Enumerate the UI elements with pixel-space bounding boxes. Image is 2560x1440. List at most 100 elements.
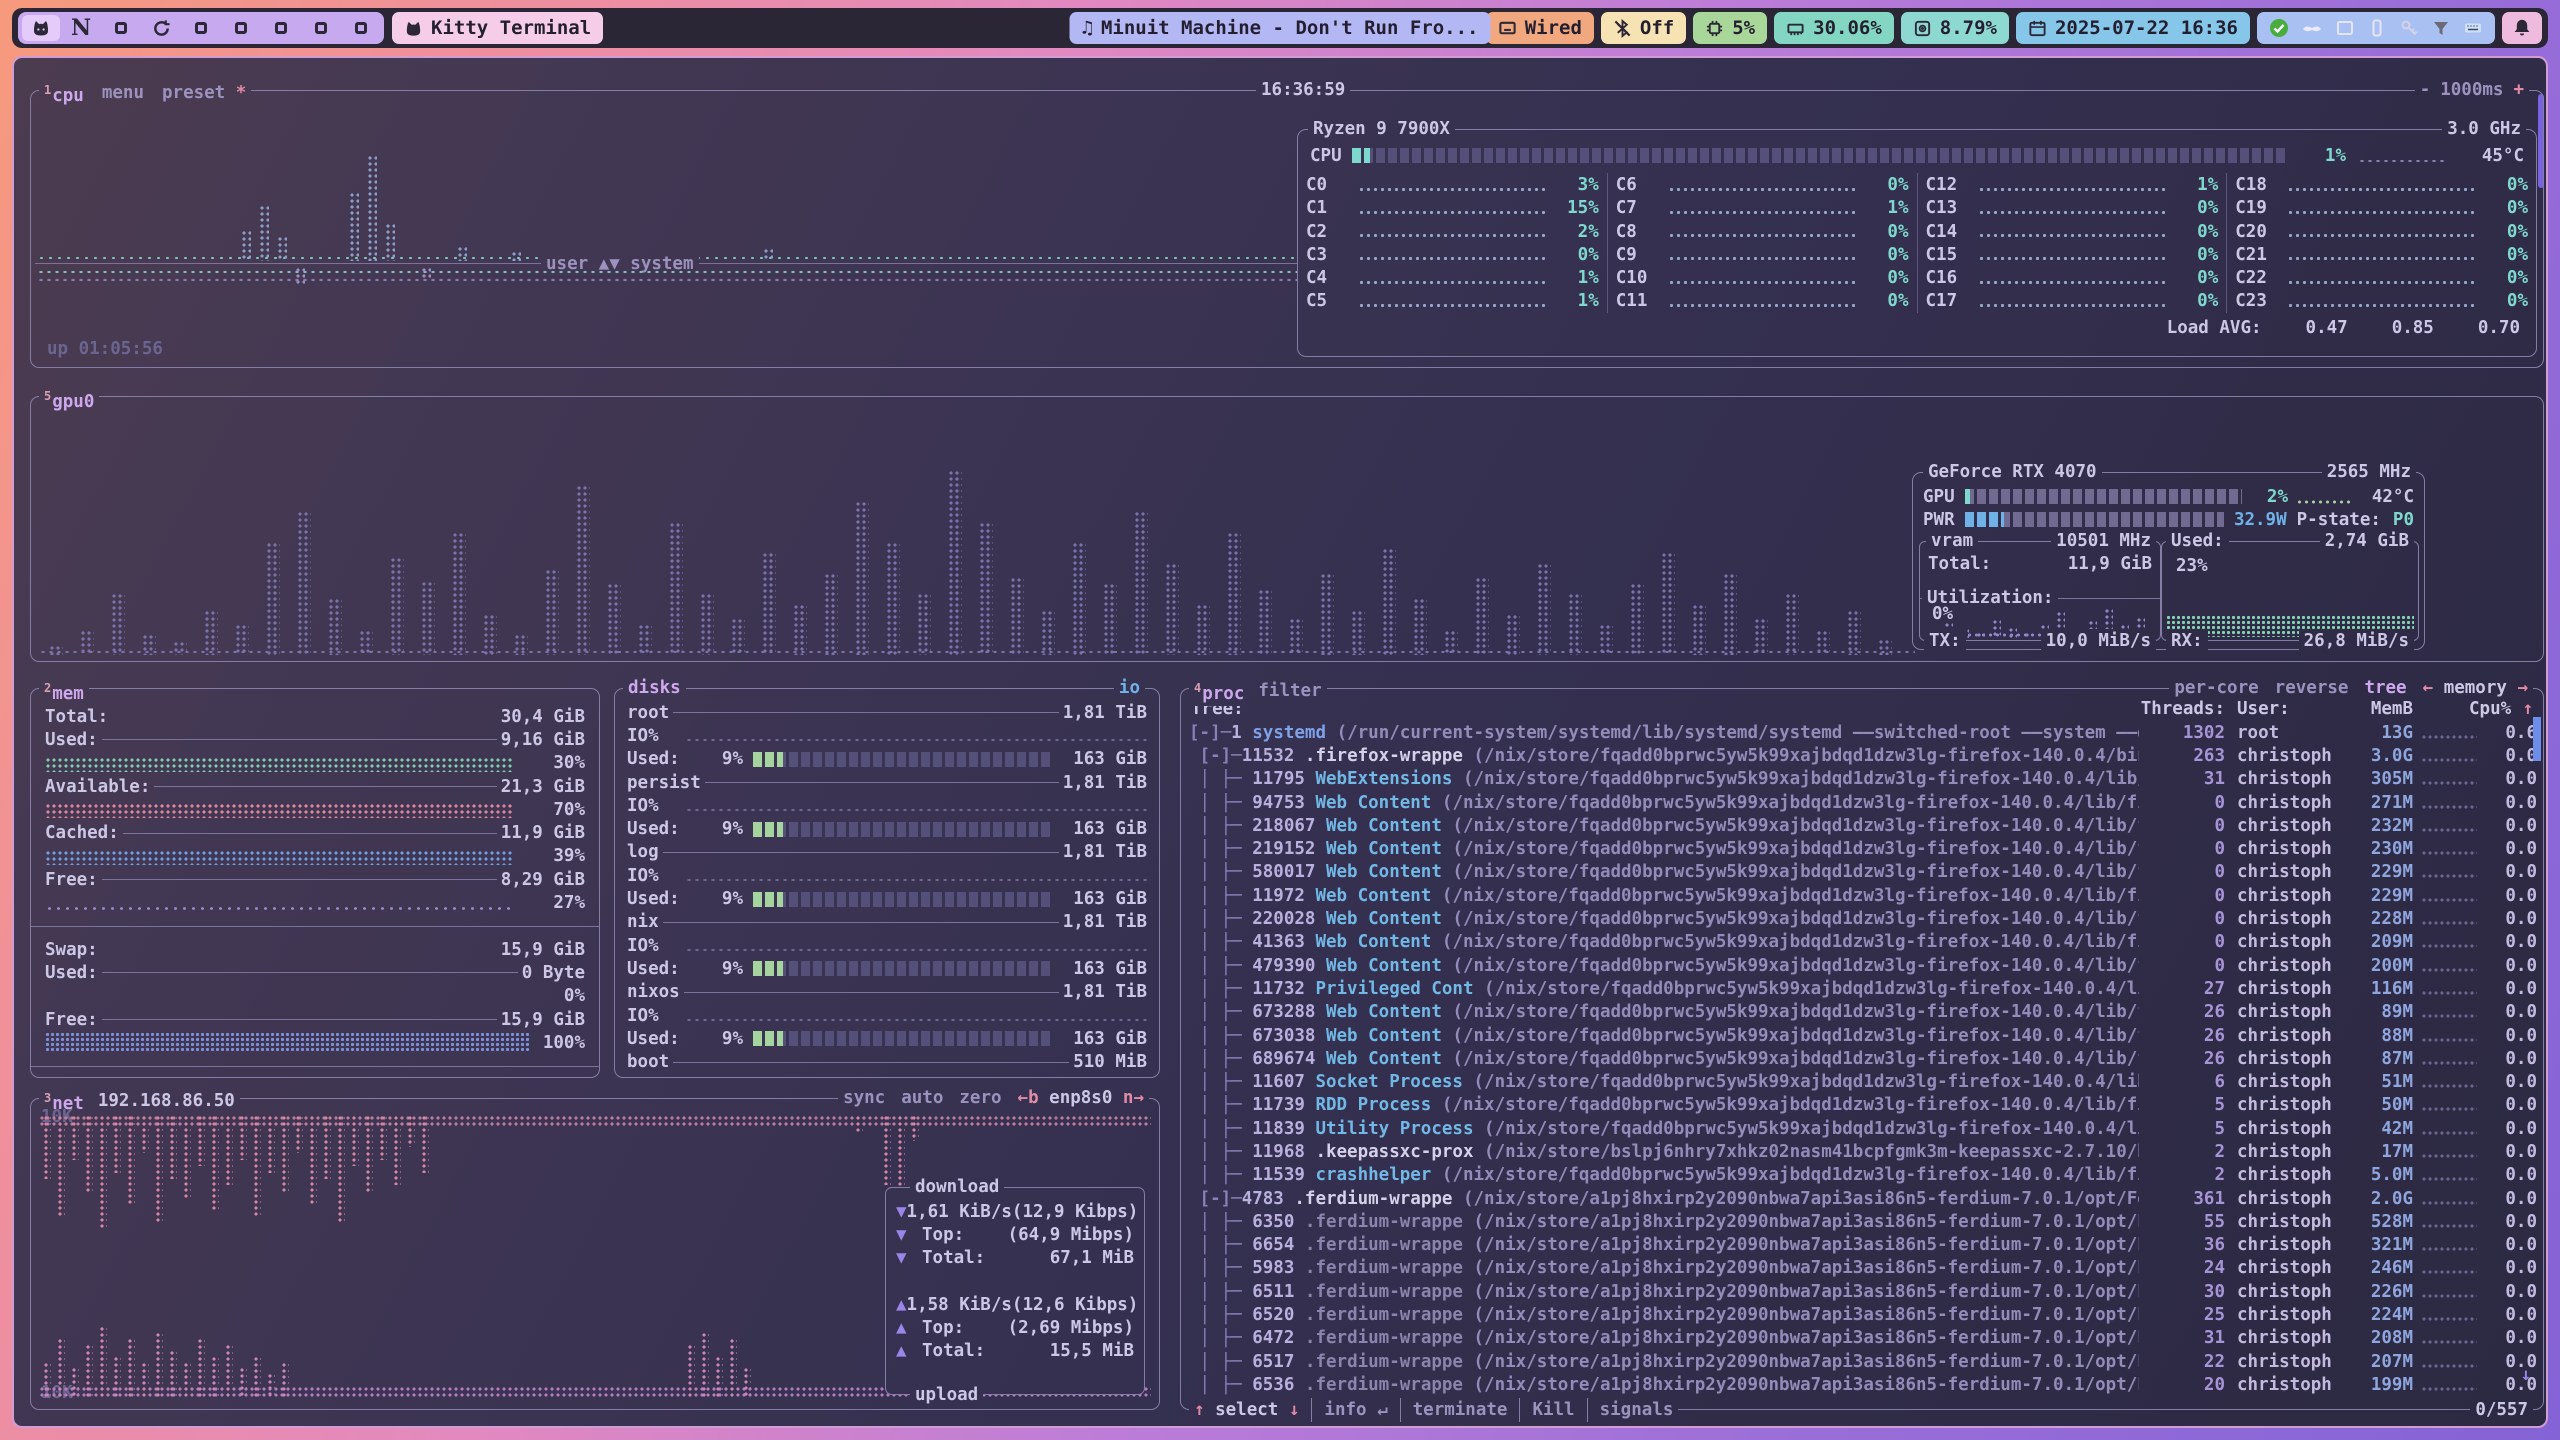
media-title: Minuit Machine - Don't Run Fro...	[1101, 17, 1479, 39]
key-icon[interactable]	[2399, 18, 2419, 38]
proc-col-memb[interactable]: MemB	[2347, 699, 2413, 719]
process-row[interactable]: [-]─4783 .ferdium-wrappe (/nix/store/a1p…	[1189, 1187, 2537, 1210]
proc-reverse-toggle[interactable]: reverse	[2275, 676, 2349, 700]
net-zero-toggle[interactable]: zero	[959, 1086, 1001, 1110]
cat-icon	[404, 19, 423, 38]
window-title-label: Kitty Terminal	[431, 17, 591, 39]
net-interface-switcher[interactable]: ←b enp8s0 n→	[1018, 1086, 1144, 1110]
proc-signals-button[interactable]: signals	[1587, 1398, 1674, 1422]
notifications-button[interactable]	[2502, 12, 2542, 44]
process-row[interactable]: │ ├─ 11972 Web Content (/nix/store/fqadd…	[1189, 884, 2537, 907]
process-row[interactable]: │ ├─ 11795 WebExtensions (/nix/store/fqa…	[1189, 768, 2537, 791]
process-row[interactable]: │ ├─ 6654 .ferdium-wrappe (/nix/store/a1…	[1189, 1234, 2537, 1257]
cpu-model: Ryzen 9 7900X	[1313, 117, 1450, 141]
workspace-refresh[interactable]	[142, 15, 180, 41]
vram-used: 2,74 GiB	[2325, 529, 2409, 553]
gpu-tx-label: TX:	[1929, 629, 1961, 653]
cpu-menu-button[interactable]: menu	[102, 81, 144, 105]
proc-kill-button[interactable]: Kill	[1519, 1398, 1574, 1422]
net-auto-toggle[interactable]: auto	[901, 1086, 943, 1110]
workspace-3[interactable]	[102, 15, 140, 41]
funnel-icon[interactable]	[2431, 18, 2451, 38]
process-scrollbar[interactable]	[2533, 717, 2541, 761]
disk-module[interactable]: 8.79%	[1901, 12, 2009, 44]
core-cell: C03%	[1306, 173, 1599, 196]
process-row[interactable]: │ ├─ 673288 Web Content (/nix/store/fqad…	[1189, 1001, 2537, 1024]
keyboard-icon[interactable]	[2463, 18, 2483, 38]
workspace-8[interactable]	[302, 15, 340, 41]
net-sync-toggle[interactable]: sync	[843, 1086, 885, 1110]
process-row[interactable]: │ ├─ 689674 Web Content (/nix/store/fqad…	[1189, 1047, 2537, 1070]
sort-direction-icon[interactable]: ↑	[2511, 699, 2533, 719]
workspace-5[interactable]	[182, 15, 220, 41]
interval-increase-button[interactable]: +	[2513, 78, 2524, 102]
process-row[interactable]: │ ├─ 479390 Web Content (/nix/store/fqad…	[1189, 954, 2537, 977]
process-row[interactable]: [-]─11532 .firefox-wrappe (/nix/store/fq…	[1189, 744, 2537, 767]
phone-icon[interactable]	[2367, 18, 2387, 38]
process-row[interactable]: │ ├─ 5983 .ferdium-wrappe (/nix/store/a1…	[1189, 1257, 2537, 1280]
interval-decrease-button[interactable]: -	[2420, 78, 2431, 102]
media-player-button[interactable]: ♫ Minuit Machine - Don't Run Fro...	[1070, 12, 1491, 44]
window-tray-icon[interactable]	[2335, 18, 2355, 38]
cpu-system-graph	[37, 267, 1301, 357]
process-row[interactable]: [-]─1 systemd (/run/current-system/syste…	[1189, 721, 2537, 744]
proc-select-control[interactable]: ↑ select ↓	[1194, 1398, 1299, 1422]
proc-info-button[interactable]: info ↵	[1311, 1398, 1387, 1422]
process-row[interactable]: │ ├─ 6517 .ferdium-wrappe (/nix/store/a1…	[1189, 1350, 2537, 1373]
workspace-7[interactable]	[262, 15, 300, 41]
process-row[interactable]: │ ├─ 11968 .keepassxc-prox (/nix/store/b…	[1189, 1140, 2537, 1163]
proc-col-user[interactable]: User:	[2225, 699, 2347, 719]
clock-module[interactable]: 2025-07-22 16:36	[2016, 12, 2250, 44]
chip-icon	[1705, 19, 1724, 38]
memory-module[interactable]: 30.06%	[1774, 12, 1894, 44]
process-row[interactable]: │ ├─ 94753 Web Content (/nix/store/fqadd…	[1189, 791, 2537, 814]
cpu-user-graph	[37, 127, 1301, 261]
disk-used-bar	[753, 822, 1053, 837]
process-row[interactable]: │ ├─ 11739 RDD Process (/nix/store/fqadd…	[1189, 1094, 2537, 1117]
check-circle-icon[interactable]	[2269, 18, 2289, 38]
cpu-module[interactable]: 5%	[1693, 12, 1767, 44]
process-row[interactable]: │ ├─ 11539 crashhelper (/nix/store/fqadd…	[1189, 1164, 2537, 1187]
process-row[interactable]: │ ├─ 6520 .ferdium-wrappe (/nix/store/a1…	[1189, 1303, 2537, 1326]
network-module[interactable]: Wired	[1486, 12, 1594, 44]
core-cell: C41%	[1306, 266, 1599, 289]
mem-used-meter	[45, 757, 513, 772]
kitty-terminal-window: 1cpu menu preset * 16:36:59 - 1000ms + u…	[12, 56, 2548, 1428]
process-row[interactable]: │ ├─ 6511 .ferdium-wrappe (/nix/store/a1…	[1189, 1280, 2537, 1303]
bluetooth-module[interactable]: Off	[1601, 12, 1686, 44]
mustache-icon[interactable]	[2301, 18, 2323, 38]
process-row[interactable]: │ ├─ 673038 Web Content (/nix/store/fqad…	[1189, 1024, 2537, 1047]
process-row[interactable]: │ ├─ 6472 .ferdium-wrappe (/nix/store/a1…	[1189, 1327, 2537, 1350]
process-row[interactable]: │ ├─ 11607 Socket Process (/nix/store/fq…	[1189, 1070, 2537, 1093]
cpu-preset-button[interactable]: preset *	[162, 81, 246, 105]
core-cell: C160%	[1926, 266, 2219, 289]
workspace-9[interactable]	[342, 15, 380, 41]
disks-io-toggle[interactable]: io	[1119, 676, 1140, 700]
swap-free-meter	[45, 1032, 531, 1051]
workspace-6[interactable]	[222, 15, 260, 41]
cpu-frequency: 3.0 GHz	[2447, 117, 2521, 141]
proc-col-threads[interactable]: Threads:	[2139, 699, 2225, 719]
proc-terminate-button[interactable]: terminate	[1400, 1398, 1508, 1422]
window-title-button[interactable]: Kitty Terminal	[392, 12, 603, 44]
workspace-terminal[interactable]	[22, 15, 60, 41]
process-row[interactable]: │ ├─ 6350 .ferdium-wrappe (/nix/store/a1…	[1189, 1210, 2537, 1233]
proc-col-cpu[interactable]: Cpu%	[2469, 699, 2511, 719]
proc-sort-selector[interactable]: ← memory →	[2423, 676, 2528, 700]
proc-percore-toggle[interactable]: per-core	[2174, 676, 2258, 700]
gpu-tx-rate: 10,0 MiB/s	[2046, 629, 2151, 653]
process-row[interactable]: │ ├─ 41363 Web Content (/nix/store/fqadd…	[1189, 931, 2537, 954]
proc-filter-button[interactable]: filter	[1258, 679, 1321, 703]
vram-total: 11,9 GiB	[2068, 554, 2152, 574]
proc-tree-toggle[interactable]: tree	[2364, 676, 2406, 700]
process-row[interactable]: │ ├─ 11839 Utility Process (/nix/store/f…	[1189, 1117, 2537, 1140]
process-row[interactable]: │ ├─ 580017 Web Content (/nix/store/fqad…	[1189, 861, 2537, 884]
workspace-nvim[interactable]: N	[62, 15, 100, 41]
process-row[interactable]: │ ├─ 220028 Web Content (/nix/store/fqad…	[1189, 907, 2537, 930]
process-row[interactable]: │ ├─ 218067 Web Content (/nix/store/fqad…	[1189, 814, 2537, 837]
process-row[interactable]: │ ├─ 219152 Web Content (/nix/store/fqad…	[1189, 837, 2537, 860]
process-row[interactable]: │ ├─ 11732 Privileged Cont (/nix/store/f…	[1189, 977, 2537, 1000]
disk-entry: nix1,81 TiB IO% Used:9%163 GiB	[627, 911, 1147, 981]
process-row[interactable]: │ ├─ 6536 .ferdium-wrappe (/nix/store/a1…	[1189, 1373, 2537, 1396]
cpu-temp-graph	[2358, 158, 2448, 164]
